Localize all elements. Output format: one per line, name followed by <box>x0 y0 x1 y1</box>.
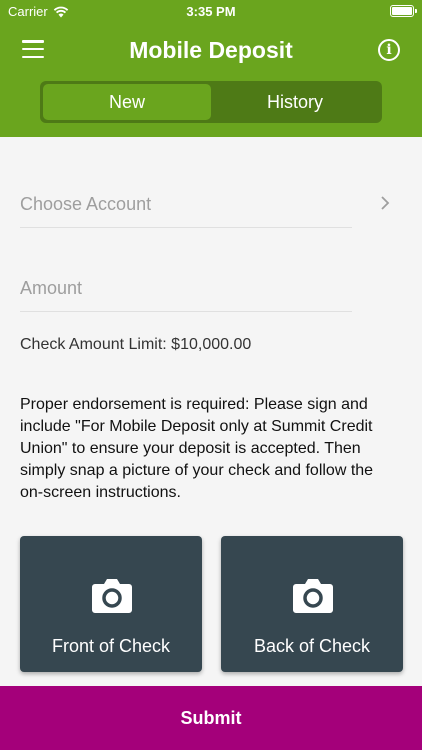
check-amount-limit: Check Amount Limit: $10,000.00 <box>20 336 252 353</box>
front-of-check-label: Front of Check <box>51 636 171 656</box>
endorsement-instructions: Proper endorsement is required: Please s… <box>20 396 374 501</box>
tab-history[interactable]: History <box>211 84 379 120</box>
app-header: Carrier 3:35 PM Mobile Deposit i New His… <box>0 0 422 137</box>
submit-button[interactable]: Submit <box>0 686 422 750</box>
back-of-check-label: Back of Check <box>253 636 371 656</box>
back-of-check-button[interactable]: Back of Check <box>221 536 403 672</box>
battery-icon <box>390 5 417 17</box>
amount-input[interactable]: Amount <box>20 270 352 312</box>
tab-bar: New History <box>40 81 382 123</box>
chevron-right-icon[interactable] <box>380 196 390 210</box>
page-title: Mobile Deposit <box>129 37 293 63</box>
info-icon[interactable]: i <box>378 39 400 61</box>
choose-account-placeholder: Choose Account <box>20 194 152 214</box>
camera-icon <box>293 579 333 613</box>
status-time: 3:35 PM <box>186 4 236 19</box>
camera-icon <box>92 579 132 613</box>
amount-placeholder: Amount <box>20 278 83 298</box>
tab-new[interactable]: New <box>43 84 211 120</box>
status-bar: Carrier 3:35 PM <box>0 0 422 22</box>
front-of-check-button[interactable]: Front of Check <box>20 536 202 672</box>
choose-account-field[interactable]: Choose Account <box>20 186 352 228</box>
